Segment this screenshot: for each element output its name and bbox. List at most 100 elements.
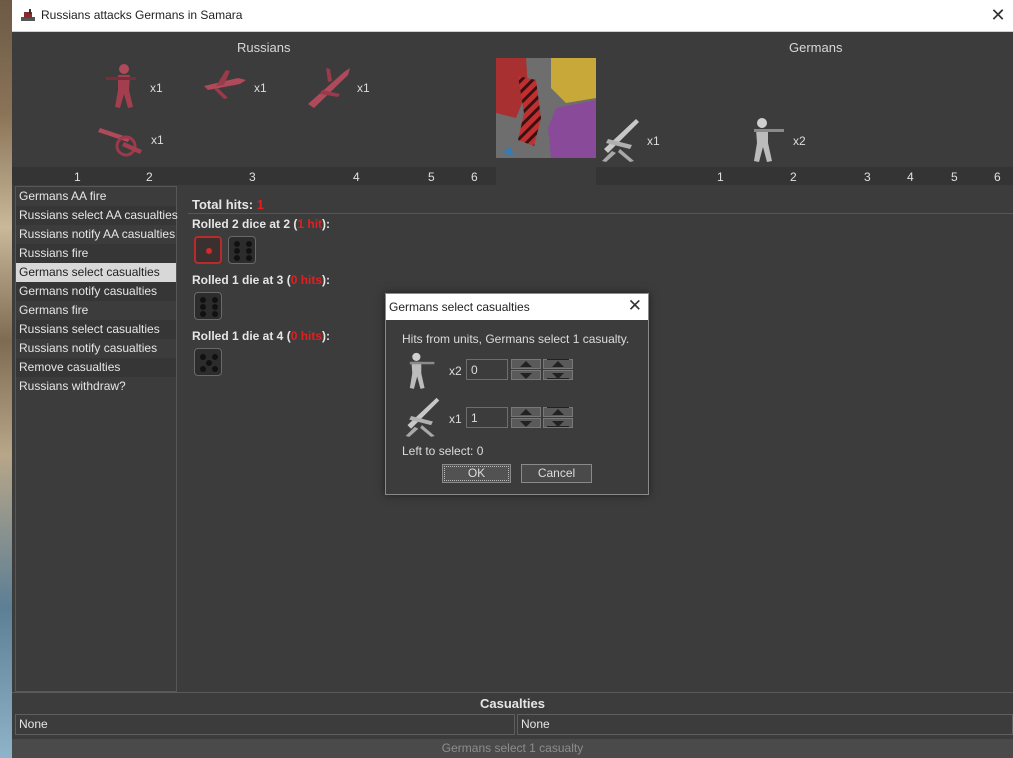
bomber-icon — [308, 68, 350, 108]
unit-count: x1 — [151, 133, 164, 147]
die-pip — [212, 297, 218, 303]
decrement-button[interactable] — [511, 418, 541, 428]
die-pip — [234, 241, 240, 247]
die-face — [228, 236, 256, 264]
die-face — [194, 348, 222, 376]
roll-text: ): — [322, 329, 331, 343]
window-title: Russians attacks Germans in Samara — [41, 8, 243, 22]
roll-hits: 0 hits — [290, 329, 323, 343]
step-item[interactable]: Russians select AA casualties — [16, 206, 178, 225]
increment-button[interactable] — [511, 359, 541, 369]
max-button[interactable] — [543, 407, 573, 417]
column-number: 1 — [74, 170, 81, 184]
step-item[interactable]: Russians withdraw? — [16, 377, 176, 396]
die-pip — [212, 311, 218, 317]
fighter-icon — [204, 70, 246, 99]
battle-window: Russians attacks Germans in Samara ✕ Rus… — [12, 0, 1013, 758]
column-number: 2 — [146, 170, 153, 184]
attacker-name: Russians — [237, 40, 291, 55]
territory-image — [496, 58, 596, 158]
attacker-unit-artillery: x1 — [96, 120, 164, 161]
die-pip — [200, 366, 206, 372]
column-number: 3 — [249, 170, 256, 184]
min-button[interactable] — [543, 370, 573, 380]
column-number: 2 — [790, 170, 797, 184]
defender-casualties: None — [517, 714, 1013, 735]
die-face — [194, 292, 222, 320]
step-item[interactable]: Russians fire — [16, 244, 176, 263]
roll-text: Rolled 2 dice at 2 ( — [192, 217, 298, 231]
roll-line: Rolled 1 die at 4 (0 hits): — [192, 329, 330, 343]
infantry-icon — [409, 352, 435, 389]
column-number: 5 — [951, 170, 958, 184]
attacker-unit-infantry: x1 — [102, 62, 163, 113]
ok-button[interactable]: OK — [442, 464, 511, 483]
unit-count: x1 — [647, 134, 660, 148]
unit-count: x1 — [150, 81, 163, 95]
dialog-title-bar: Germans select casualties ✕ — [386, 294, 648, 320]
die-pip — [246, 248, 252, 254]
die-pip — [234, 248, 240, 254]
step-item[interactable]: Remove casualties — [16, 358, 176, 377]
die-pip — [212, 366, 218, 372]
die-pip — [200, 311, 206, 317]
step-item[interactable]: Germans AA fire — [16, 187, 176, 206]
column-number: 3 — [864, 170, 871, 184]
step-item[interactable]: Germans notify casualties — [16, 282, 176, 301]
total-hits-label: Total hits: — [192, 197, 257, 212]
close-icon[interactable]: ✕ — [987, 4, 1009, 26]
unit-count: x1 — [449, 412, 462, 426]
select-casualties-dialog: Germans select casualties ✕ Hits from un… — [385, 293, 649, 495]
step-item[interactable]: Germans fire — [16, 301, 176, 320]
step-item-selected[interactable]: Germans select casualties — [16, 263, 176, 282]
die-pip — [212, 304, 218, 310]
defender-unit-infantry: x2 — [742, 115, 806, 166]
attacker-unit-fighter: x1 — [202, 66, 267, 105]
roll-text: ): — [322, 273, 331, 287]
aa-gun-icon — [602, 119, 639, 162]
roll-line: Rolled 2 dice at 2 (1 hit): — [192, 217, 330, 231]
min-button[interactable] — [543, 418, 573, 428]
roll-line: Rolled 1 die at 3 (0 hits): — [192, 273, 330, 287]
infantry-icon — [106, 64, 136, 108]
attacker-unit-bomber: x1 — [304, 64, 370, 113]
roll-text: ): — [322, 217, 331, 231]
decrement-button[interactable] — [511, 370, 541, 380]
die-pip — [246, 241, 252, 247]
status-bar: Germans select 1 casualty — [12, 739, 1013, 758]
die-pip — [200, 354, 206, 360]
die-pip — [200, 297, 206, 303]
attacker-casualties: None — [15, 714, 515, 735]
total-hits: Total hits: 1 — [192, 197, 264, 212]
step-item[interactable]: Russians notify AA casualties — [16, 225, 176, 244]
die-pip — [206, 248, 212, 254]
die-pip — [212, 354, 218, 360]
column-number: 6 — [994, 170, 1001, 184]
title-bar: Russians attacks Germans in Samara ✕ — [12, 0, 1013, 32]
infantry-icon — [754, 118, 784, 162]
casualty-count-input[interactable] — [466, 407, 508, 428]
close-icon[interactable]: ✕ — [628, 296, 642, 316]
defender-name: Germans — [789, 40, 843, 55]
divider — [188, 213, 1013, 214]
roll-text: Rolled 1 die at 4 ( — [192, 329, 291, 343]
roll-text: Rolled 1 die at 3 ( — [192, 273, 291, 287]
unit-count: x2 — [793, 134, 806, 148]
increment-button[interactable] — [511, 407, 541, 417]
step-item[interactable]: Russians select casualties — [16, 320, 176, 339]
column-number: 6 — [471, 170, 478, 184]
dialog-message: Hits from units, Germans select 1 casual… — [402, 332, 630, 346]
left-to-select: Left to select: 0 — [402, 444, 484, 458]
dialog-title: Germans select casualties — [389, 300, 530, 314]
app-icon — [21, 9, 35, 21]
unit-count: x2 — [449, 364, 462, 378]
column-number: 1 — [717, 170, 724, 184]
unit-count: x1 — [357, 81, 370, 95]
casualty-count-input[interactable] — [466, 359, 508, 380]
battle-steps-list[interactable]: Germans AA fire Russians select AA casua… — [15, 186, 178, 692]
roll-hits: 0 hits — [290, 273, 323, 287]
max-button[interactable] — [543, 359, 573, 369]
step-item[interactable]: Russians notify casualties — [16, 339, 176, 358]
cancel-button[interactable]: Cancel — [521, 464, 592, 483]
aa-gun-icon — [405, 397, 440, 437]
